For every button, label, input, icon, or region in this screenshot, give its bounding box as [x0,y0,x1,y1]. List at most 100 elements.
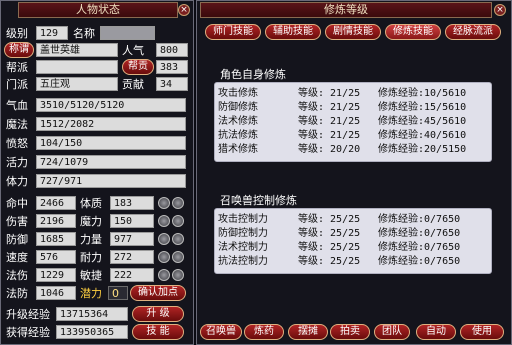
gang-label: 帮派 [6,61,28,74]
bottom-button-use[interactable]: 使用 [460,324,504,340]
stat-label-speed: 速度 [6,251,28,264]
potential-label: 潜力 [80,287,102,300]
potential-value: 0 [108,286,128,300]
right-close-icon[interactable]: × [494,4,506,16]
name-value-blurred [100,26,155,40]
stat-label-strength: 力量 [80,233,102,246]
gang-value [36,60,118,74]
stamina-label: 体力 [6,175,28,188]
stat-label-defense: 防御 [6,233,28,246]
stat-value-agility: 222 [110,268,154,282]
bottom-button-alchemy[interactable]: 炼药 [244,324,284,340]
self-name-2: 法术修炼 [218,116,258,127]
gang-contribution-button[interactable]: 帮贡 [122,59,154,75]
bottom-button-team[interactable]: 团队 [374,324,410,340]
plus-endurance-icon[interactable] [158,251,170,263]
self-name-3: 抗法修炼 [218,130,258,141]
rage-value: 104/150 [36,136,186,150]
bottom-button-summon[interactable]: 召唤兽 [200,324,242,340]
minus-agility-icon[interactable] [172,269,184,281]
confirm-points-button[interactable]: 确认加点 [130,285,186,301]
stat-value-constitution: 183 [110,196,154,210]
upgrade-button[interactable]: 升 级 [132,306,184,322]
character-status-title: 人物状态 [18,2,178,18]
stat-label-spell-damage: 法伤 [6,269,28,282]
school-label: 门派 [6,78,28,91]
self-grade-4: 等级: 20/20 [298,144,361,155]
popularity-value: 800 [156,43,188,57]
self-name-0: 攻击修炼 [218,88,258,99]
stat-value-damage: 2196 [36,214,76,228]
stat-label-damage: 伤害 [6,215,28,228]
stat-label-agility: 敏捷 [80,269,102,282]
plus-strength-icon[interactable] [158,233,170,245]
stat-label-accuracy: 命中 [6,197,28,210]
pet-grade-3: 等级: 25/25 [298,256,361,267]
title-button[interactable]: 称谓 [4,42,34,58]
cultivation-panel [196,0,512,345]
earned-exp-value: 133950365 [56,325,128,339]
self-exp-2: 修炼经验:45/5610 [378,116,467,127]
grade-label: 级别 [6,27,28,40]
stat-value-speed: 576 [36,250,76,264]
pet-exp-0: 修炼经验:0/7650 [378,214,461,225]
plus-magic-icon[interactable] [158,215,170,227]
pet-name-2: 法术控制力 [218,242,268,253]
resist-value: 1046 [36,286,76,300]
pet-grade-2: 等级: 25/25 [298,242,361,253]
stat-value-accuracy: 2466 [36,196,76,210]
pet-name-1: 防御控制力 [218,228,268,239]
left-close-icon[interactable]: × [178,4,190,16]
bottom-button-stall[interactable]: 摆摊 [288,324,328,340]
minus-magic-icon[interactable] [172,215,184,227]
stat-label-constitution: 体质 [80,197,102,210]
mp-label: 魔法 [6,118,28,131]
self-grade-1: 等级: 21/25 [298,102,361,113]
bottom-button-auction[interactable]: 拍卖 [330,324,370,340]
minus-constitution-icon[interactable] [172,197,184,209]
stat-label-magic: 魔力 [80,215,102,228]
popularity-label: 人气 [122,44,144,57]
contribution-value: 34 [156,77,188,91]
rage-label: 愤怒 [6,137,28,150]
mp-value: 1512/2082 [36,117,186,131]
bottom-button-auto[interactable]: 自动 [416,324,456,340]
hp-label: 气血 [6,99,28,112]
pet-cultivation-title: 召唤兽控制修炼 [220,194,297,207]
self-name-4: 猎术修炼 [218,144,258,155]
stat-label-endurance: 耐力 [80,251,102,264]
tab-cultivation-skills[interactable]: 修炼技能 [385,24,441,40]
pet-grade-1: 等级: 25/25 [298,228,361,239]
minus-endurance-icon[interactable] [172,251,184,263]
vitality-value: 724/1079 [36,155,186,169]
stat-value-magic: 150 [110,214,154,228]
stat-value-defense: 1685 [36,232,76,246]
gang-contribution-value: 383 [156,60,188,74]
pet-name-3: 抗法控制力 [218,256,268,267]
cultivation-title: 修炼等级 [200,2,492,18]
pet-name-0: 攻击控制力 [218,214,268,225]
self-exp-1: 修炼经验:15/5610 [378,102,467,113]
resist-label: 法防 [6,287,28,300]
grade-value: 129 [36,26,68,40]
stamina-value: 727/971 [36,174,186,188]
self-exp-0: 修炼经验:10/5610 [378,88,467,99]
self-grade-3: 等级: 21/25 [298,130,361,141]
pet-grade-0: 等级: 25/25 [298,214,361,225]
skill-button[interactable]: 技 能 [132,324,184,340]
name-label: 名称 [73,27,95,40]
stat-value-strength: 977 [110,232,154,246]
tab-assist-skills[interactable]: 辅助技能 [265,24,321,40]
tab-school-skills[interactable]: 师门技能 [205,24,261,40]
tab-meridian-school[interactable]: 经脉流派 [445,24,501,40]
pet-exp-2: 修炼经验:0/7650 [378,242,461,253]
plus-agility-icon[interactable] [158,269,170,281]
contribution-label: 贡献 [122,78,144,91]
self-grade-2: 等级: 21/25 [298,116,361,127]
minus-strength-icon[interactable] [172,233,184,245]
self-grade-0: 等级: 21/25 [298,88,361,99]
plus-constitution-icon[interactable] [158,197,170,209]
vitality-label: 活力 [6,156,28,169]
tab-story-skills[interactable]: 剧情技能 [325,24,381,40]
pet-exp-1: 修炼经验:0/7650 [378,228,461,239]
